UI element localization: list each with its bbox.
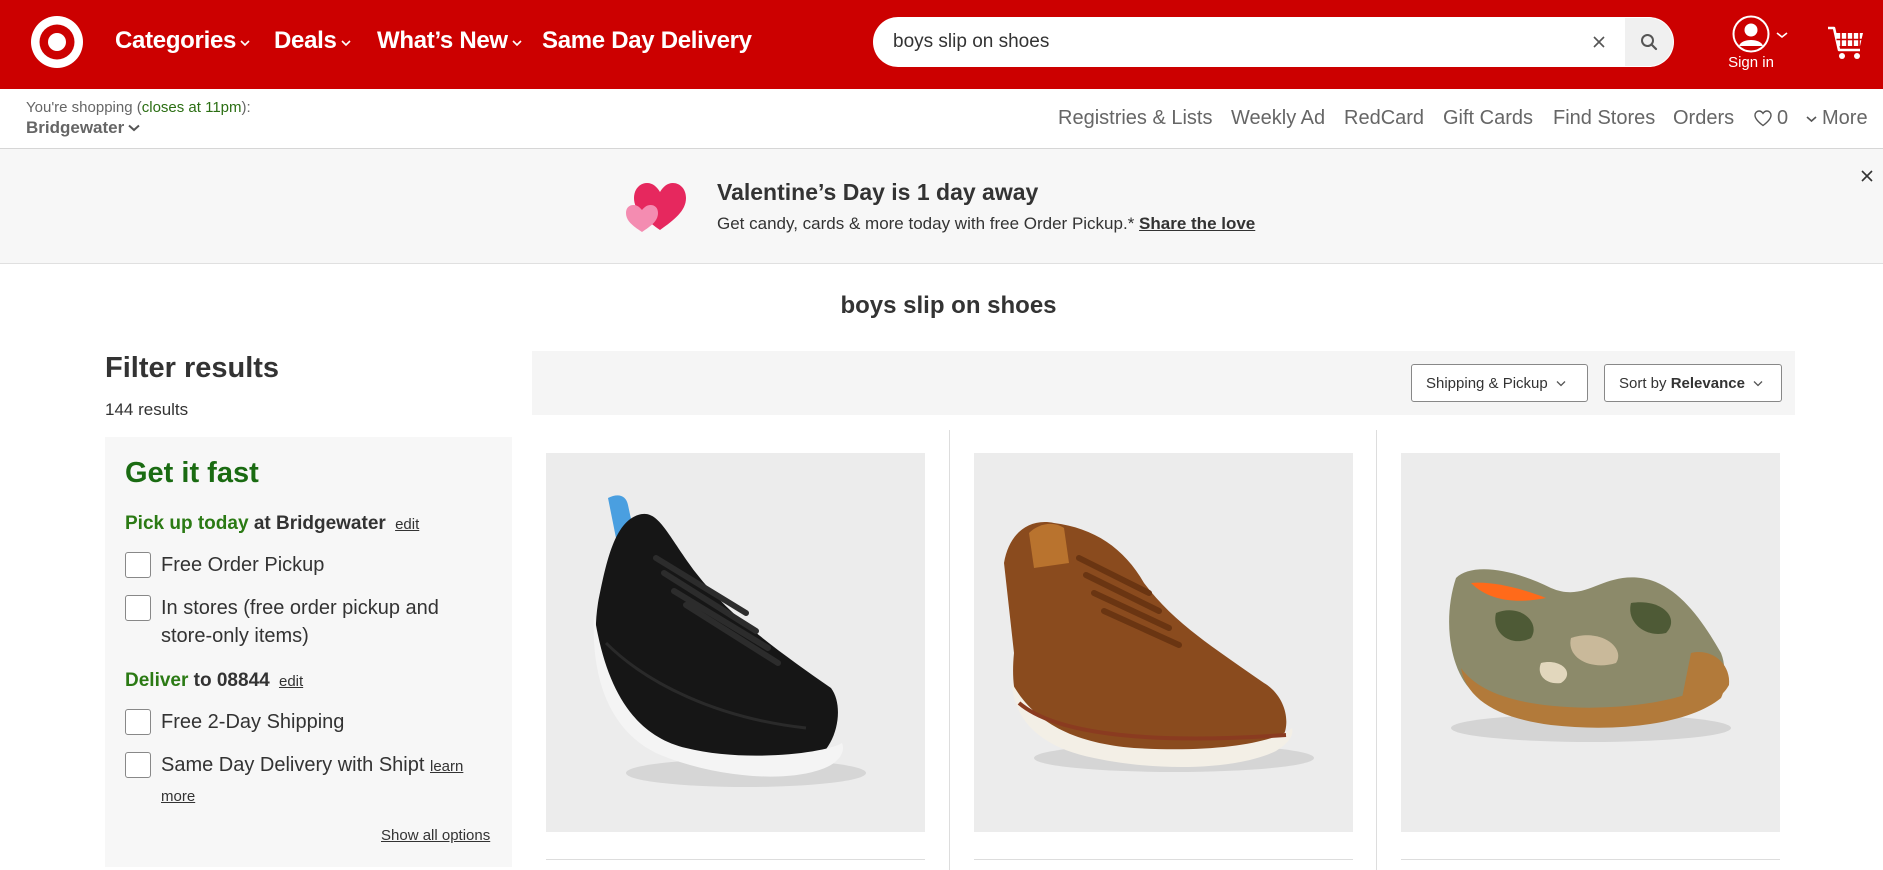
edit-zip-link[interactable]: edit <box>279 673 303 690</box>
nav-deals[interactable]: Deals <box>274 27 351 55</box>
search-input[interactable] <box>893 28 1593 56</box>
pickup-heading-highlight: Pick up today <box>125 513 249 534</box>
page-title: boys slip on shoes <box>840 292 1057 319</box>
favorites-link[interactable]: 0 <box>1754 107 1788 130</box>
gift-cards-link[interactable]: Gift Cards <box>1443 107 1533 130</box>
in-stores-option[interactable]: In stores (free order pickup and store-o… <box>125 594 495 650</box>
sort-dropdown[interactable]: Sort by Relevance <box>1604 364 1782 402</box>
store-status-prefix: You're shopping ( <box>26 99 142 116</box>
store-name: Bridgewater <box>26 118 125 137</box>
deliver-heading: Deliver to 08844 edit <box>125 670 303 692</box>
pickup-heading: Pick up today at Bridgewater edit <box>125 513 419 535</box>
nav-whats-new[interactable]: What’s New <box>377 27 522 55</box>
weekly-ad-link[interactable]: Weekly Ad <box>1231 107 1325 130</box>
orders-link[interactable]: Orders <box>1673 107 1734 130</box>
filter-heading: Filter results <box>105 352 280 384</box>
nav-same-day-delivery[interactable]: Same Day Delivery <box>542 27 752 55</box>
get-it-fast-title: Get it fast <box>125 457 259 489</box>
chevron-down-icon <box>1556 380 1566 386</box>
promo-banner: Valentine’s Day is 1 day away Get candy,… <box>0 149 1883 264</box>
account-menu[interactable]: Sign in <box>1726 15 1794 75</box>
user-icon <box>1732 15 1770 53</box>
nav-same-day-delivery-label: Same Day Delivery <box>542 27 752 54</box>
store-status: You're shopping (closes at 11pm): <box>26 99 251 116</box>
chevron-down-icon <box>340 40 351 47</box>
nav-categories[interactable]: Categories <box>115 27 250 55</box>
same-day-delivery-label: Same Day Delivery with Shipt learn more <box>161 751 495 811</box>
banner-title: Valentine’s Day is 1 day away <box>717 179 1039 205</box>
sort-bar: Shipping & Pickup Sort by Relevance <box>532 351 1795 415</box>
share-the-love-link[interactable]: Share the love <box>1139 214 1255 233</box>
black-mesh-sneaker-image <box>546 453 925 832</box>
sort-label: Sort by Relevance <box>1619 375 1745 392</box>
sub-header: You're shopping (closes at 11pm): Bridge… <box>0 89 1883 149</box>
chevron-down-icon <box>1806 115 1817 122</box>
registries-link[interactable]: Registries & Lists <box>1058 107 1213 130</box>
chevron-down-icon <box>1753 380 1763 386</box>
nav-whats-new-label: What’s New <box>377 27 508 54</box>
nav-deals-label: Deals <box>274 27 337 54</box>
target-logo-icon[interactable] <box>31 16 83 68</box>
sign-in-label: Sign in <box>1728 54 1774 71</box>
store-status-suffix: ): <box>241 99 251 116</box>
free-2-day-shipping-option[interactable]: Free 2-Day Shipping <box>125 708 495 736</box>
product-image[interactable] <box>1401 453 1780 832</box>
grid-divider <box>1376 430 1377 870</box>
deliver-heading-zip: to 08844 <box>193 670 270 691</box>
same-day-delivery-option[interactable]: Same Day Delivery with Shipt learn more <box>125 751 495 811</box>
store-closing-time: closes at 11pm <box>141 99 242 116</box>
free-2-day-shipping-label: Free 2-Day Shipping <box>161 711 345 733</box>
more-label: More <box>1822 107 1868 129</box>
brown-high-top-sneaker-image <box>974 453 1353 832</box>
chevron-down-icon <box>512 40 522 47</box>
shipping-pickup-label: Shipping & Pickup <box>1426 374 1548 392</box>
chevron-down-icon <box>1776 32 1788 39</box>
redcard-link[interactable]: RedCard <box>1344 107 1424 130</box>
hearts-icon <box>626 183 686 232</box>
card-divider <box>1401 859 1780 860</box>
same-day-delivery-text: Same Day Delivery with Shipt <box>161 754 425 776</box>
deliver-heading-highlight: Deliver <box>125 670 189 691</box>
chevron-down-icon <box>128 124 140 132</box>
search-bar <box>873 17 1674 67</box>
results-count: 144 results <box>105 400 189 419</box>
clear-search-icon[interactable] <box>1588 31 1610 53</box>
shipping-pickup-dropdown[interactable]: Shipping & Pickup <box>1411 364 1588 402</box>
find-stores-link[interactable]: Find Stores <box>1553 107 1655 130</box>
free-order-pickup-label: Free Order Pickup <box>161 554 325 576</box>
show-all-options-link[interactable]: Show all options <box>381 827 490 844</box>
banner-subtitle-text: Get candy, cards & more today with free … <box>717 214 1135 233</box>
free-order-pickup-option[interactable]: Free Order Pickup <box>125 551 495 579</box>
close-icon[interactable] <box>1860 169 1874 183</box>
search-icon <box>1641 34 1658 51</box>
banner-subtitle: Get candy, cards & more today with free … <box>717 214 1255 234</box>
grid-divider <box>949 430 950 870</box>
edit-store-link[interactable]: edit <box>395 516 419 533</box>
card-divider <box>974 859 1353 860</box>
sort-prefix: Sort by <box>1619 374 1667 392</box>
free-order-pickup-checkbox[interactable] <box>125 552 151 578</box>
same-day-delivery-checkbox[interactable] <box>125 752 151 778</box>
global-header: Categories Deals What’s New Same Day Del… <box>0 0 1883 89</box>
card-divider <box>546 859 925 860</box>
nav-categories-label: Categories <box>115 27 237 54</box>
store-selector[interactable]: Bridgewater <box>26 118 140 138</box>
pickup-heading-store: at Bridgewater <box>253 513 386 534</box>
in-stores-checkbox[interactable] <box>125 595 151 621</box>
product-image[interactable] <box>974 453 1353 832</box>
favorites-count: 0 <box>1777 107 1789 129</box>
more-menu[interactable]: More <box>1806 107 1868 130</box>
chevron-down-icon <box>240 40 250 47</box>
product-image[interactable] <box>546 453 925 832</box>
cart-icon[interactable] <box>1826 24 1866 62</box>
sort-value: Relevance <box>1670 374 1745 392</box>
get-it-fast-panel: Get it fast Pick up today at Bridgewater… <box>105 437 512 867</box>
in-stores-label: In stores (free order pickup and store-o… <box>161 597 439 647</box>
search-button[interactable] <box>1625 18 1673 66</box>
free-2-day-shipping-checkbox[interactable] <box>125 709 151 735</box>
camo-slip-on-shoe-image <box>1401 453 1780 832</box>
heart-icon <box>1754 110 1772 127</box>
